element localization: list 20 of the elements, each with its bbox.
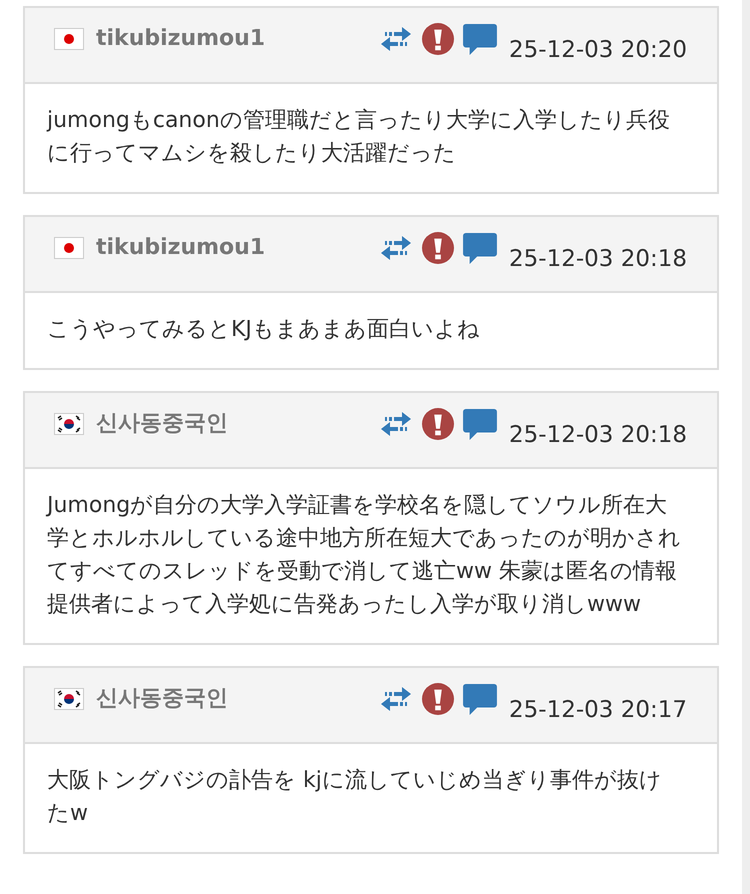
post-time: 25-12-03 20:18	[509, 246, 687, 272]
comment-icon[interactable]	[463, 408, 497, 440]
comment-icon[interactable]	[463, 232, 497, 264]
post-text: 大阪トングバジの訃告を kjに流していじめ当ぎり事件が抜けたw	[46, 767, 663, 828]
author-name[interactable]: tikubizumou1	[96, 234, 266, 260]
report-icon[interactable]	[421, 23, 455, 55]
author-name[interactable]: 신사동중국인	[96, 408, 228, 438]
comment-icon[interactable]	[463, 683, 497, 715]
post-text: Jumongが自分の大学入学証書を学校名を隠してソウル所在大学とホルホルしている途中地方所在短大であったのが明かされてすべてのスレッドを受動で消して逃亡ww 朱蒙は匿名の情報提供者によって入学処に告発あったし入学が取り消しwww	[44, 492, 682, 619]
post-text: こうやってみるとKJもまあまあ面白いよね	[46, 316, 481, 344]
post-time: 25-12-03 20:20	[509, 37, 687, 63]
post-time: 25-12-03 20:18	[509, 422, 687, 448]
author-name[interactable]: tikubizumou1	[96, 26, 266, 50]
report-icon[interactable]	[421, 232, 455, 264]
report-icon[interactable]	[421, 408, 455, 440]
comment-icon[interactable]	[463, 23, 497, 55]
post-text: jumongもcanonの管理職だと言ったり大学に入学したり兵役に行ってマムシを殺したり大活躍だった	[46, 107, 671, 168]
author-name[interactable]: 신사동중국인	[96, 683, 228, 713]
post-time: 25-12-03 20:17	[509, 697, 687, 723]
report-icon[interactable]	[421, 683, 455, 715]
